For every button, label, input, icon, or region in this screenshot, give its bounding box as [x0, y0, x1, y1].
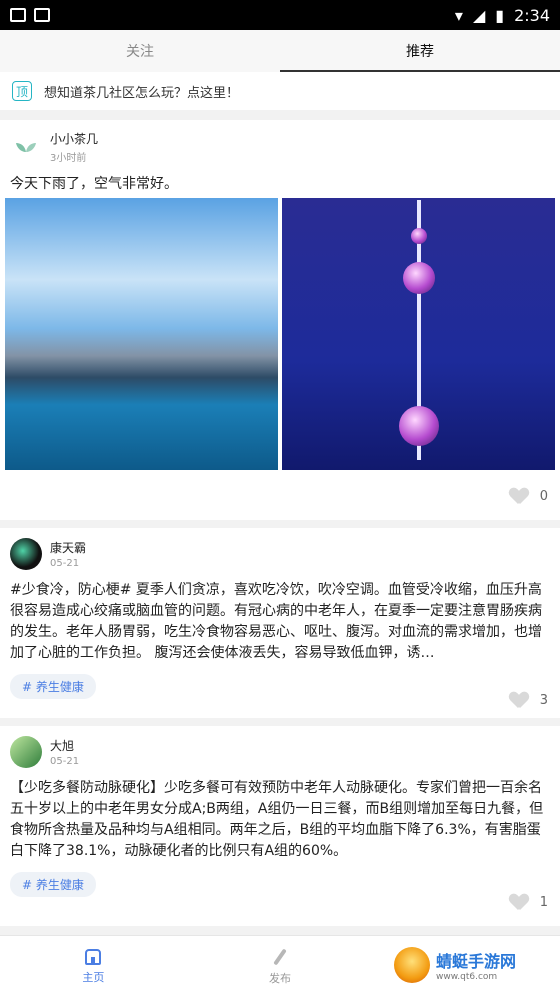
author-name: 康天霸	[50, 541, 87, 555]
like-count: 1	[539, 894, 548, 910]
nav-home[interactable]: 主页	[0, 936, 187, 997]
heart-icon[interactable]	[510, 488, 528, 504]
pinned-notice[interactable]: 顶 想知道茶几社区怎么玩？点这里！	[0, 72, 560, 110]
author-name: 小小茶几	[50, 132, 99, 146]
avatar[interactable]	[10, 131, 42, 163]
post-author[interactable]: 康天霸 05-21	[0, 528, 560, 580]
nav-publish[interactable]: 发布	[187, 936, 374, 997]
topic-tag[interactable]: # 养生健康	[10, 674, 96, 699]
like-button[interactable]: 0	[510, 488, 548, 504]
author-name: 大旭	[50, 739, 75, 753]
post-text: 【少吃多餐防动脉硬化】少吃多餐可有效预防中老年人动脉硬化。专家们曾把一百余名五十…	[10, 780, 544, 859]
top-tabs: 关注 推荐	[0, 30, 560, 72]
bottom-nav: 主页 发布 蜻蜓手游网 www.qt6.com	[0, 935, 560, 997]
wifi-icon: ▾	[454, 5, 463, 25]
topic-tag[interactable]: # 养生健康	[10, 872, 96, 897]
like-count: 0	[539, 488, 548, 504]
post-image-tower[interactable]	[282, 198, 555, 470]
signal-icon: ◢	[472, 5, 486, 25]
avatar[interactable]	[10, 538, 42, 570]
dragonfly-logo-icon	[394, 947, 430, 983]
like-count: 3	[539, 692, 548, 708]
watermark: 蜻蜓手游网 www.qt6.com	[394, 941, 554, 989]
post-time: 05-21	[50, 756, 80, 767]
notice-text: 想知道茶几社区怎么玩？点这里！	[44, 85, 240, 101]
pinned-badge: 顶	[12, 81, 32, 101]
post-text: #少食冷，防心梗# 夏季人们贪凉，喜欢吃冷饮，吹冷空调。血管受冷收缩，血压升高很…	[10, 582, 542, 661]
like-button[interactable]: 3	[510, 692, 548, 708]
watermark-title: 蜻蜓手游网	[436, 952, 517, 971]
heart-icon[interactable]	[510, 894, 528, 910]
post-author[interactable]: 小小茶几 3小时前	[0, 120, 560, 174]
status-bar: ▾ ◢ ▮ 2:34	[0, 0, 560, 30]
post-card[interactable]: 大旭 05-21 【少吃多餐防动脉硬化】少吃多餐可有效预防中老年人动脉硬化。专家…	[0, 726, 560, 926]
battery-icon: ▮	[495, 5, 505, 25]
tower-drawing	[389, 200, 449, 470]
image-icon	[34, 8, 50, 22]
tab-recommend[interactable]: 推荐	[280, 30, 560, 72]
post-time: 3小时前	[50, 153, 87, 164]
notification-icon	[10, 8, 26, 22]
home-icon	[85, 948, 102, 965]
pen-icon	[273, 947, 287, 966]
leaf-icon	[16, 143, 36, 152]
heart-icon[interactable]	[510, 692, 528, 708]
like-button[interactable]: 1	[510, 894, 548, 910]
post-text: 今天下雨了，空气非常好。	[10, 176, 178, 192]
watermark-url: www.qt6.com	[436, 972, 498, 982]
post-image-lake[interactable]	[5, 198, 278, 470]
post-author[interactable]: 大旭 05-21	[0, 726, 560, 778]
avatar[interactable]	[10, 736, 42, 768]
post-time: 05-21	[50, 558, 80, 569]
tab-follow[interactable]: 关注	[0, 30, 280, 72]
post-card[interactable]: 康天霸 05-21 #少食冷，防心梗# 夏季人们贪凉，喜欢吃冷饮，吹冷空调。血管…	[0, 528, 560, 718]
status-time: 2:34	[514, 5, 550, 25]
